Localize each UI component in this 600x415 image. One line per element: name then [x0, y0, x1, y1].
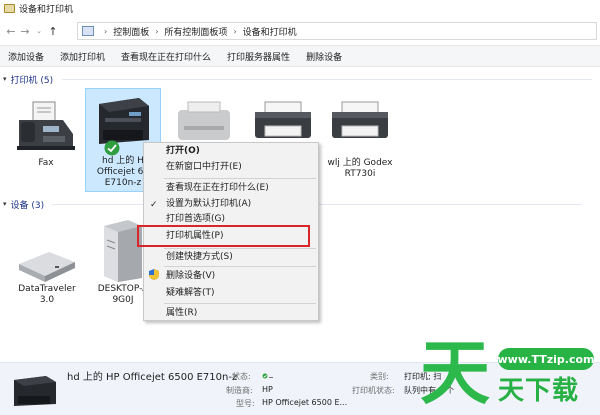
check-icon: ✓ [150, 200, 158, 210]
device-label-line: wlj 上的 Godex [327, 158, 393, 168]
up-arrow-icon[interactable]: ↑ [46, 23, 60, 39]
device-label: Fax [38, 158, 54, 168]
window-title: 设备和打印机 [19, 5, 74, 15]
menu-separator [164, 303, 316, 304]
watermark-url: www.TTzip.com [498, 348, 595, 370]
add-device-button[interactable]: 添加设备 [8, 50, 44, 63]
site-watermark: 天 www.TTzip.com 天下载 [420, 338, 600, 415]
printers-group-header[interactable]: ▾ 打印机 (5) [0, 72, 600, 86]
default-printer-check-icon [104, 140, 120, 156]
printers-group-label: 打印机 (5) [10, 75, 54, 86]
device-label: DataTraveler 3.0 [9, 284, 85, 306]
breadcrumb-separator-icon: › [104, 26, 108, 36]
menu-separator [164, 178, 316, 179]
device-label-line: RT730i [344, 169, 376, 179]
control-panel-icon [82, 26, 94, 36]
recent-chevron-icon[interactable]: ⌄ [32, 23, 46, 39]
printer-fax[interactable]: Fax [8, 96, 84, 176]
watermark-logo-glyph: 天 [420, 332, 490, 414]
collapse-chevron-icon: ▾ [3, 200, 7, 208]
usb-drive-icon [19, 252, 75, 282]
menu-separator [164, 248, 316, 249]
print-server-properties-button[interactable]: 打印服务器属性 [227, 50, 290, 63]
status-ok-icon [262, 373, 273, 379]
watermark-text: 天下载 [498, 376, 580, 406]
command-bar: 添加设备 添加打印机 查看现在正在打印什么 打印服务器属性 删除设备 [0, 45, 600, 67]
menu-set-default[interactable]: 设置为默认打印机(A) [166, 197, 251, 211]
menu-open[interactable]: 打开(O) [166, 144, 200, 158]
menu-printing-preferences[interactable]: 打印首选项(G) [166, 212, 225, 226]
fax-icon [17, 101, 75, 150]
breadcrumb-separator-icon: › [155, 26, 159, 36]
remove-device-button[interactable]: 删除设备 [306, 50, 342, 63]
breadcrumb-all-items[interactable]: 所有控制面板项 [164, 25, 227, 38]
manufacturer-value: HP [262, 385, 273, 394]
device-label: wlj 上的 Godex RT730i [322, 158, 398, 180]
forward-arrow-icon[interactable]: → [18, 23, 32, 39]
annotation-highlight-box [137, 225, 310, 247]
device-label-line: 3.0 [39, 295, 55, 305]
device-datatraveler[interactable]: DataTraveler 3.0 [9, 228, 85, 308]
printer-icon [332, 101, 388, 138]
devices-group-label: 设备 (3) [10, 200, 45, 211]
printer-godex[interactable]: wlj 上的 Godex RT730i [322, 96, 398, 182]
menu-see-printing[interactable]: 查看现在正在打印什么(E) [166, 181, 269, 195]
see-printing-button[interactable]: 查看现在正在打印什么 [121, 50, 211, 63]
address-row: ← → ⌄ ↑ › 控制面板 › 所有控制面板项 › 设备和打印机 [0, 20, 600, 42]
uac-shield-icon [149, 269, 159, 280]
menu-separator [164, 266, 316, 267]
device-label-line: DataTraveler [18, 284, 76, 294]
collapse-chevron-icon: ▾ [3, 75, 7, 83]
model-value: HP Officejet 6500 E... [262, 398, 348, 407]
add-printer-button[interactable]: 添加打印机 [60, 50, 105, 63]
menu-troubleshoot[interactable]: 疑难解答(T) [166, 286, 215, 300]
breadcrumb-separator-icon: › [233, 26, 237, 36]
devices-folder-icon [4, 4, 15, 13]
title-bar: 设备和打印机 [0, 0, 600, 17]
category-label: 类别: [370, 372, 389, 381]
menu-properties[interactable]: 属性(R) [166, 306, 197, 320]
printer-status-label: 打印机状态: [352, 386, 395, 395]
status-label: 状态: [232, 372, 251, 381]
breadcrumb-control-panel[interactable]: 控制面板 [113, 25, 149, 38]
menu-create-shortcut[interactable]: 创建快捷方式(S) [166, 250, 233, 264]
multifunction-printer-icon [14, 376, 56, 406]
menu-remove-device[interactable]: 删除设备(V) [166, 269, 215, 283]
address-bar[interactable]: › 控制面板 › 所有控制面板项 › 设备和打印机 [77, 22, 597, 40]
menu-open-new-window[interactable]: 在新窗口中打开(E) [166, 160, 242, 174]
manufacturer-label: 制造商: [226, 386, 253, 395]
back-arrow-icon[interactable]: ← [4, 23, 18, 39]
breadcrumb-devices-printers[interactable]: 设备和打印机 [243, 25, 297, 38]
details-title: hd 上的 HP Officejet 6500 E710n-z [67, 372, 238, 383]
group-divider [62, 79, 592, 80]
model-label: 型号: [236, 399, 255, 408]
